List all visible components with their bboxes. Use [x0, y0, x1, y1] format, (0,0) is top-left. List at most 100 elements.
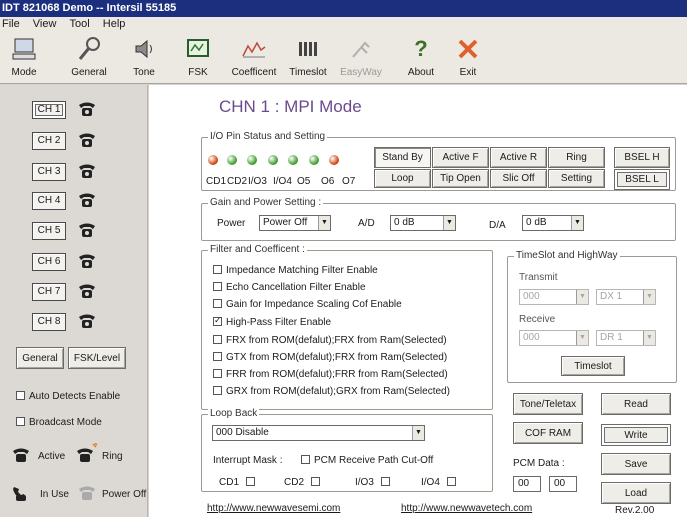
phone-icon — [79, 254, 95, 268]
loop-back-select[interactable]: 000 Disable ▼ — [212, 425, 425, 441]
toolbar-mode-button[interactable]: Mode — [0, 36, 50, 78]
pcm-path-option[interactable]: PCM Receive Path Cut-Off — [301, 455, 433, 466]
filter-option-8[interactable]: GRX from ROM(defalut);GRX from Ram(Selec… — [213, 386, 450, 397]
toolbar-easyway-button[interactable]: EasyWay — [335, 36, 387, 78]
save-button[interactable]: Save — [601, 453, 671, 475]
auto-detect-option[interactable]: Auto Detects Enable — [16, 391, 120, 402]
stand-by-button[interactable]: Stand By — [374, 147, 431, 168]
da-select[interactable]: 0 dB ▼ — [522, 215, 584, 231]
read-button[interactable]: Read — [601, 393, 671, 415]
led-o5 — [288, 155, 298, 165]
filter-checkbox-6[interactable] — [213, 352, 222, 361]
fsk-level-button[interactable]: FSK/Level — [68, 347, 126, 369]
channel-button-7[interactable]: CH 7 — [32, 283, 66, 301]
transmit-slot-select[interactable]: 000 ▼ — [519, 289, 589, 305]
mask-cd2[interactable]: CD2 — [284, 477, 324, 488]
newwavesemi-link[interactable]: http://www.newwavesemi.com — [207, 503, 340, 514]
filter-checkbox-7[interactable] — [213, 369, 222, 378]
toolbar-fsk-button[interactable]: FSK — [172, 36, 224, 78]
bsel-h-button[interactable]: BSEL H — [614, 147, 670, 168]
computer-icon — [0, 36, 50, 62]
menu-help[interactable]: Help — [103, 18, 126, 30]
mask-cd1[interactable]: CD1 — [219, 477, 259, 488]
channel-button-8[interactable]: CH 8 — [32, 313, 66, 331]
pcm-path-checkbox[interactable] — [301, 455, 310, 464]
toolbar-about-button[interactable]: ? About — [395, 36, 447, 78]
power-select[interactable]: Power Off ▼ — [259, 215, 331, 231]
power-label: Power — [217, 218, 246, 229]
setting-button[interactable]: Setting — [548, 169, 605, 188]
auto-detect-checkbox[interactable] — [16, 391, 25, 400]
mask-io3[interactable]: I/O3 — [355, 477, 394, 488]
channel-button-6[interactable]: CH 6 — [32, 253, 66, 271]
filter-option-3[interactable]: Gain for Impedance Scaling Cof Enable — [213, 299, 402, 310]
mask-io4-checkbox[interactable] — [446, 477, 456, 486]
filter-option-4[interactable]: High-Pass Filter Enable — [213, 315, 331, 328]
interrupt-mask-label: Interrupt Mask : — [213, 455, 283, 466]
newwavetech-link[interactable]: http://www.newwavetech.com — [401, 503, 532, 514]
filter-checkbox-2[interactable] — [213, 282, 222, 291]
phone-icon — [79, 102, 95, 116]
timeslot-icon — [282, 36, 334, 62]
toolbar-exit-button[interactable]: Exit — [442, 36, 494, 78]
load-button[interactable]: Load — [601, 482, 671, 504]
loop-button[interactable]: Loop — [374, 169, 431, 188]
fsk-icon — [172, 36, 224, 62]
filter-checkbox-1[interactable] — [213, 265, 222, 274]
channel-button-3[interactable]: CH 3 — [32, 163, 66, 181]
filter-checkbox-5[interactable] — [213, 335, 222, 344]
toolbar-timeslot-button[interactable]: Timeslot — [282, 36, 334, 78]
pin-label-cd2: CD2 — [227, 176, 248, 187]
filter-checkbox-4[interactable] — [213, 315, 222, 326]
pin-label-o7: O7 — [342, 176, 356, 187]
bsel-l-button[interactable]: BSEL L — [614, 169, 670, 190]
pcm-data-field-1[interactable]: 00 — [513, 476, 541, 492]
toolbar-tone-button[interactable]: Tone — [118, 36, 170, 78]
tone-teletax-button[interactable]: Tone/Teletax — [513, 393, 583, 415]
pcm-data-field-2[interactable]: 00 — [549, 476, 577, 492]
filter-option-1[interactable]: Impedance Matching Filter Enable — [213, 265, 378, 276]
broadcast-checkbox[interactable] — [16, 417, 25, 426]
active-r-button[interactable]: Active R — [490, 147, 547, 168]
channel-button-4[interactable]: CH 4 — [32, 192, 66, 210]
filter-checkbox-8[interactable] — [213, 386, 222, 395]
mask-cd2-checkbox[interactable] — [310, 477, 320, 486]
mask-io4[interactable]: I/O4 — [421, 477, 460, 488]
menu-view[interactable]: View — [33, 18, 57, 30]
channel-button-1[interactable]: CH 1 — [32, 101, 66, 119]
transmit-dx-select[interactable]: DX 1 ▼ — [596, 289, 656, 305]
menu-tool[interactable]: Tool — [70, 18, 90, 30]
broadcast-option[interactable]: Broadcast Mode — [16, 417, 102, 428]
general-button[interactable]: General — [16, 347, 64, 369]
receive-slot-select[interactable]: 000 ▼ — [519, 330, 589, 346]
channel-button-2[interactable]: CH 2 — [32, 132, 66, 150]
active-f-button[interactable]: Active F — [432, 147, 489, 168]
cof-ram-button[interactable]: COF RAM — [513, 422, 583, 444]
pin-label-o5: O5 — [297, 176, 311, 187]
receive-dr-select[interactable]: DR 1 ▼ — [596, 330, 656, 346]
toolbar-general-button[interactable]: General — [63, 36, 115, 78]
filter-option-7[interactable]: FRR from ROM(defalut);FRR from Ram(Selec… — [213, 369, 448, 380]
pin-label-cd1: CD1 — [206, 176, 227, 187]
ring-button[interactable]: Ring — [548, 147, 605, 168]
filter-checkbox-3[interactable] — [213, 299, 222, 308]
mask-cd1-checkbox[interactable] — [245, 477, 255, 486]
page-title: CHN 1 : MPI Mode — [219, 97, 362, 116]
waveform-icon — [228, 36, 280, 62]
phone-active-icon — [13, 448, 29, 462]
slic-off-button[interactable]: Slic Off — [490, 169, 547, 188]
ad-select[interactable]: 0 dB ▼ — [390, 215, 456, 231]
mask-io3-checkbox[interactable] — [380, 477, 390, 486]
pin-label-io3: I/O3 — [248, 176, 267, 187]
menu-file[interactable]: File — [2, 18, 20, 30]
filter-option-6[interactable]: GTX from ROM(defalut);FRX from Ram(Selec… — [213, 352, 447, 363]
timeslot-button[interactable]: Timeslot — [561, 356, 625, 376]
channel-button-5[interactable]: CH 5 — [32, 222, 66, 240]
filter-option-2[interactable]: Echo Cancellation Filter Enable — [213, 282, 366, 293]
toolbar-coefficent-button[interactable]: Coefficent — [228, 36, 280, 78]
phone-icon — [79, 193, 95, 207]
write-button[interactable]: Write — [601, 424, 671, 446]
tip-open-button[interactable]: Tip Open — [432, 169, 489, 188]
filter-option-5[interactable]: FRX from ROM(defalut);FRX from Ram(Selec… — [213, 335, 447, 346]
led-io3 — [247, 155, 257, 165]
